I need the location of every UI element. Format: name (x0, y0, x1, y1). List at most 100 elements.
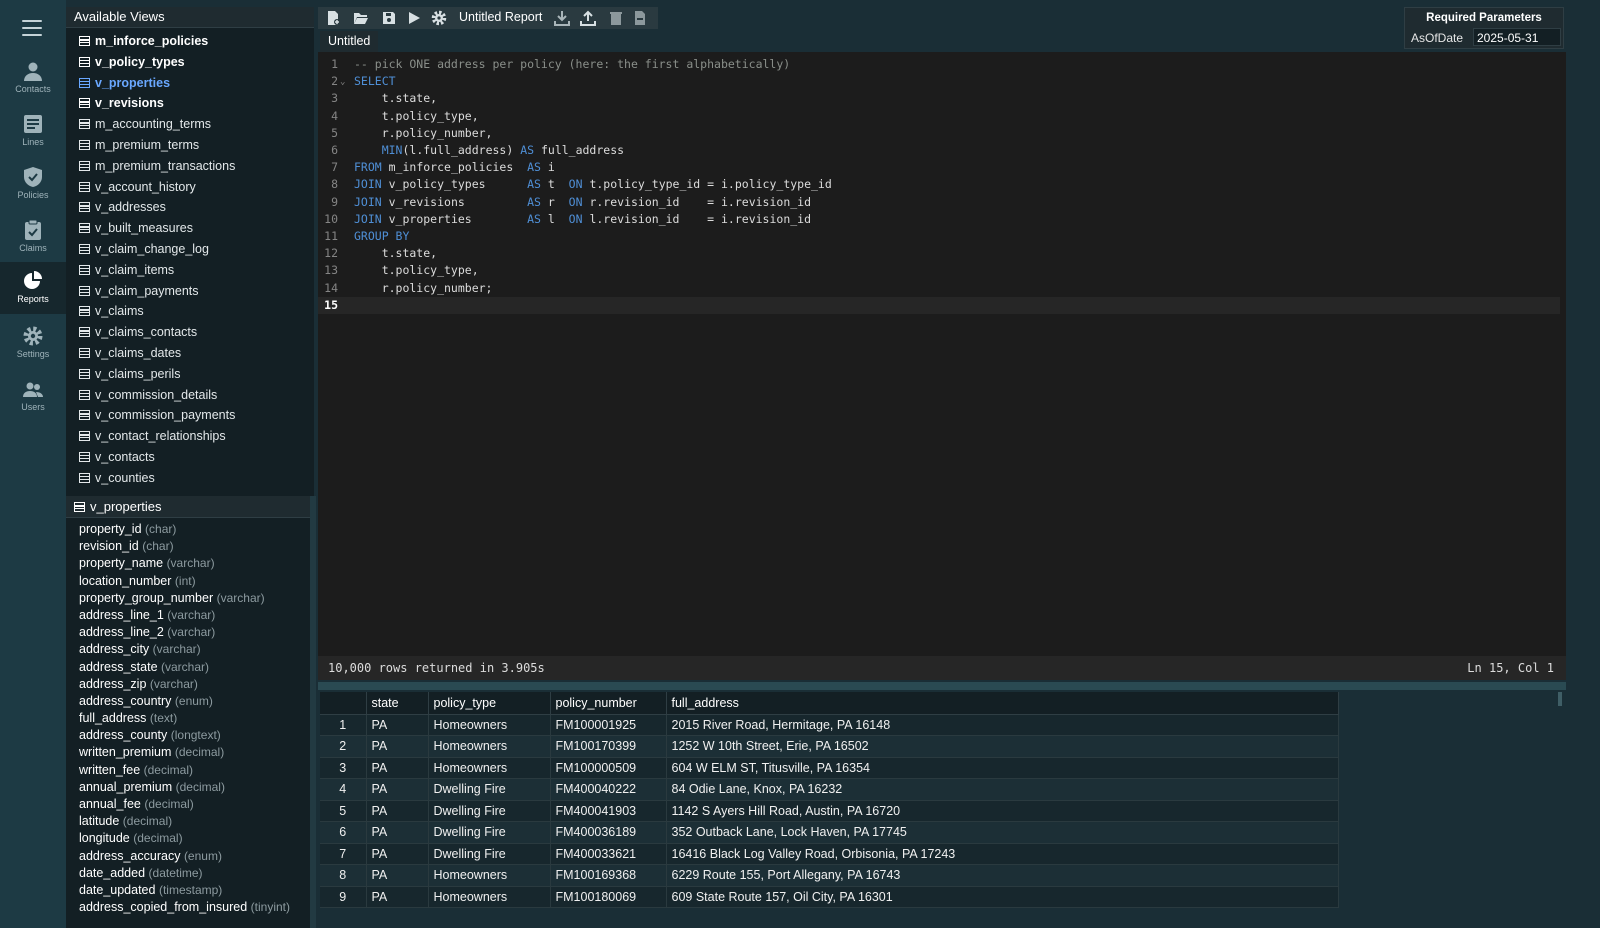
results-splitter[interactable] (318, 682, 1566, 690)
view-item[interactable]: v_claim_items (66, 260, 314, 281)
view-item[interactable]: v_account_history (66, 177, 314, 198)
table-icon (79, 306, 90, 317)
column-item[interactable]: revision_id (char) (66, 538, 310, 555)
column-item[interactable]: full_address (text) (66, 710, 310, 727)
param-label: AsOfDate (1411, 31, 1464, 45)
column-header[interactable]: state (366, 692, 429, 715)
columns-panel-title: v_properties (66, 496, 310, 518)
column-item[interactable]: longitude (decimal) (66, 830, 310, 847)
nav-item-claims[interactable]: Claims (0, 211, 66, 263)
column-item[interactable]: date_updated (timestamp) (66, 882, 310, 899)
table-row[interactable]: 3 PA Homeowners FM100000509 604 W ELM ST, Ti… (320, 757, 1339, 779)
table-row[interactable]: 8 PA Homeowners FM100169368 6229 Route 155, … (320, 864, 1339, 887)
fold-chevron-icon[interactable]: ⌄ (340, 74, 345, 91)
new-file-icon[interactable] (325, 10, 341, 26)
nav-item-settings[interactable]: Settings (0, 317, 66, 369)
nav-item-lines[interactable]: Lines (0, 105, 66, 157)
nav-item-contacts[interactable]: Contacts (0, 52, 66, 104)
table-row[interactable]: 6 PA Dwelling Fire FM400036189 352 Outback L… (320, 821, 1339, 844)
table-row[interactable]: 5 PA Dwelling Fire FM400041903 1142 S Ayers … (320, 800, 1339, 822)
column-item[interactable]: annual_premium (decimal) (66, 779, 310, 796)
table-row[interactable]: 2 PA Homeowners FM100170399 1252 W 10th Stre… (320, 735, 1339, 758)
view-item[interactable]: v_built_measures (66, 218, 314, 239)
table-row[interactable]: 4 PA Dwelling Fire FM400040222 84 Odie Lane,… (320, 778, 1339, 801)
view-item[interactable]: v_claims (66, 301, 314, 322)
column-item[interactable]: address_county (longtext) (66, 727, 310, 744)
view-item[interactable]: v_claims_contacts (66, 322, 314, 343)
column-item[interactable]: latitude (decimal) (66, 813, 310, 830)
save-icon[interactable] (381, 10, 397, 26)
column-item[interactable]: address_country (enum) (66, 693, 310, 710)
nav-item-policies[interactable]: Policies (0, 158, 66, 210)
table-cell: 84 Odie Lane, Knox, PA 16232 (666, 778, 1339, 801)
code-token: m_inforce_policies (381, 160, 528, 175)
view-item[interactable]: m_premium_terms (66, 135, 314, 156)
column-item[interactable]: address_line_2 (varchar) (66, 624, 310, 641)
column-item[interactable]: address_copied_from_insured (tinyint) (66, 899, 310, 916)
table-row[interactable]: 7 PA Dwelling Fire FM400033621 16416 Black L… (320, 843, 1339, 865)
view-item[interactable]: v_revisions (66, 93, 314, 114)
view-item[interactable]: v_commission_details (66, 385, 314, 406)
panel-splitter[interactable] (310, 496, 316, 928)
table-row[interactable]: 1 PA Homeowners FM100001925 2015 River Road,… (320, 714, 1339, 736)
column-item[interactable]: written_premium (decimal) (66, 744, 310, 761)
view-item[interactable]: v_contacts (66, 447, 314, 468)
tab-untitled[interactable]: Untitled (320, 31, 379, 52)
upload-icon[interactable] (580, 10, 596, 26)
column-item[interactable]: address_accuracy (enum) (66, 848, 310, 865)
column-header[interactable]: full_address (666, 692, 1339, 715)
column-item[interactable]: address_state (varchar) (66, 659, 310, 676)
view-item[interactable]: v_policy_types (66, 52, 314, 73)
view-item[interactable]: v_claims_dates (66, 343, 314, 364)
column-item[interactable]: property_name (varchar) (66, 555, 310, 572)
column-item[interactable]: location_number (int) (66, 573, 310, 590)
view-item-label: v_claims_dates (95, 345, 182, 360)
view-item[interactable]: m_premium_transactions (66, 156, 314, 177)
results-scrollbar[interactable] (1558, 692, 1562, 706)
column-type: (longtext) (170, 728, 221, 743)
hamburger-menu-icon[interactable] (22, 20, 42, 41)
view-item[interactable]: v_properties (66, 73, 314, 94)
column-item[interactable]: address_line_1 (varchar) (66, 607, 310, 624)
view-item[interactable]: v_contact_relationships (66, 426, 314, 447)
column-item[interactable]: property_id (char) (66, 521, 310, 538)
view-item[interactable]: v_claim_change_log (66, 239, 314, 260)
download-icon[interactable] (554, 10, 570, 26)
column-header[interactable] (320, 692, 367, 715)
view-item[interactable]: m_accounting_terms (66, 114, 314, 135)
export-file-icon[interactable] (632, 10, 648, 26)
play-icon[interactable] (406, 10, 422, 26)
code-token: ON (568, 177, 583, 192)
column-item[interactable]: annual_fee (decimal) (66, 796, 310, 813)
open-folder-icon[interactable] (353, 10, 369, 26)
sql-editor[interactable]: 1 -- pick ONE address per policy (here: t… (318, 52, 1566, 656)
column-header[interactable]: policy_number (550, 692, 667, 715)
view-item[interactable]: v_claims_perils (66, 364, 314, 385)
nav-item-users[interactable]: Users (0, 370, 66, 422)
column-header[interactable]: policy_type (428, 692, 551, 715)
view-item[interactable]: v_counties (66, 468, 314, 489)
column-item[interactable]: property_group_number (varchar) (66, 590, 310, 607)
report-title[interactable]: Untitled Report (459, 10, 542, 24)
column-item[interactable]: date_added (datetime) (66, 865, 310, 882)
nav-item-reports[interactable]: Reports (0, 262, 66, 314)
view-item[interactable]: v_commission_payments (66, 405, 314, 426)
users-icon (23, 382, 43, 397)
table-cell: 5 (320, 800, 367, 822)
table-row[interactable]: 9 PA Homeowners FM100180069 609 State Route … (320, 886, 1339, 908)
app-root: Contacts Lines Policies Claims Reports S… (0, 0, 1600, 928)
column-item[interactable]: address_city (varchar) (66, 641, 310, 658)
view-item[interactable]: m_inforce_policies (66, 31, 314, 52)
column-item[interactable]: written_fee (decimal) (66, 762, 310, 779)
as-of-date-input[interactable]: 2025-05-31 (1473, 28, 1561, 46)
view-item-label: v_contacts (95, 449, 155, 464)
results-header-row: state policy_type policy_number full_addres… (320, 692, 1339, 715)
gear-icon[interactable] (431, 10, 447, 26)
view-item[interactable]: v_addresses (66, 197, 314, 218)
trash-icon[interactable] (608, 10, 624, 26)
code-line: 4 t.policy_type, (318, 108, 1560, 125)
table-icon (79, 431, 90, 442)
view-item[interactable]: v_claim_payments (66, 281, 314, 302)
column-item[interactable]: address_zip (varchar) (66, 676, 310, 693)
column-name: written_premium (79, 745, 172, 760)
